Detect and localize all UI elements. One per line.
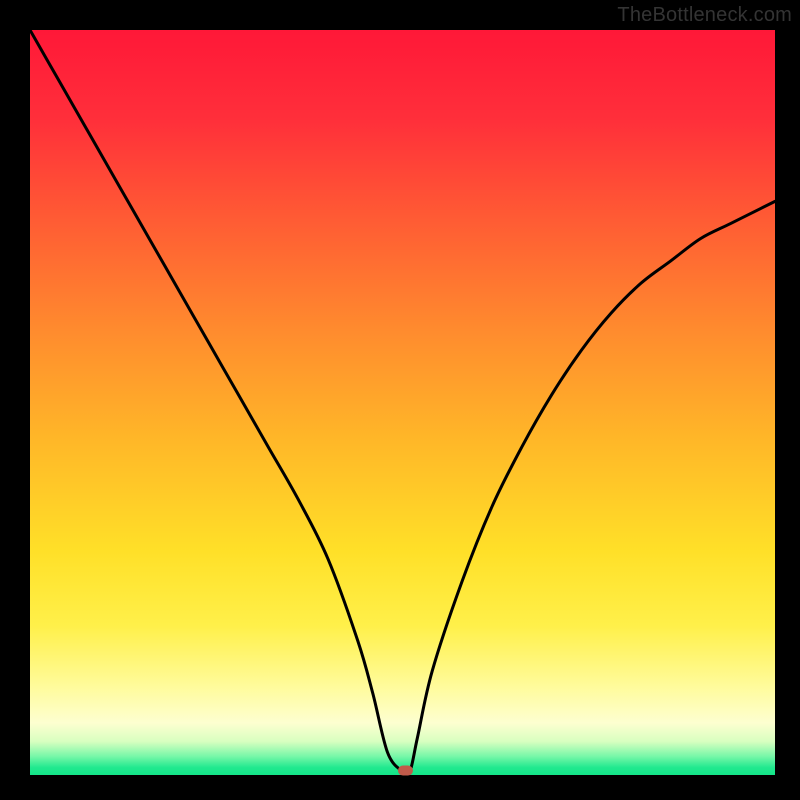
chart-container: TheBottleneck.com xyxy=(0,0,800,800)
minimum-marker xyxy=(398,766,413,776)
bottleneck-chart xyxy=(0,0,800,800)
plot-area xyxy=(30,30,775,775)
